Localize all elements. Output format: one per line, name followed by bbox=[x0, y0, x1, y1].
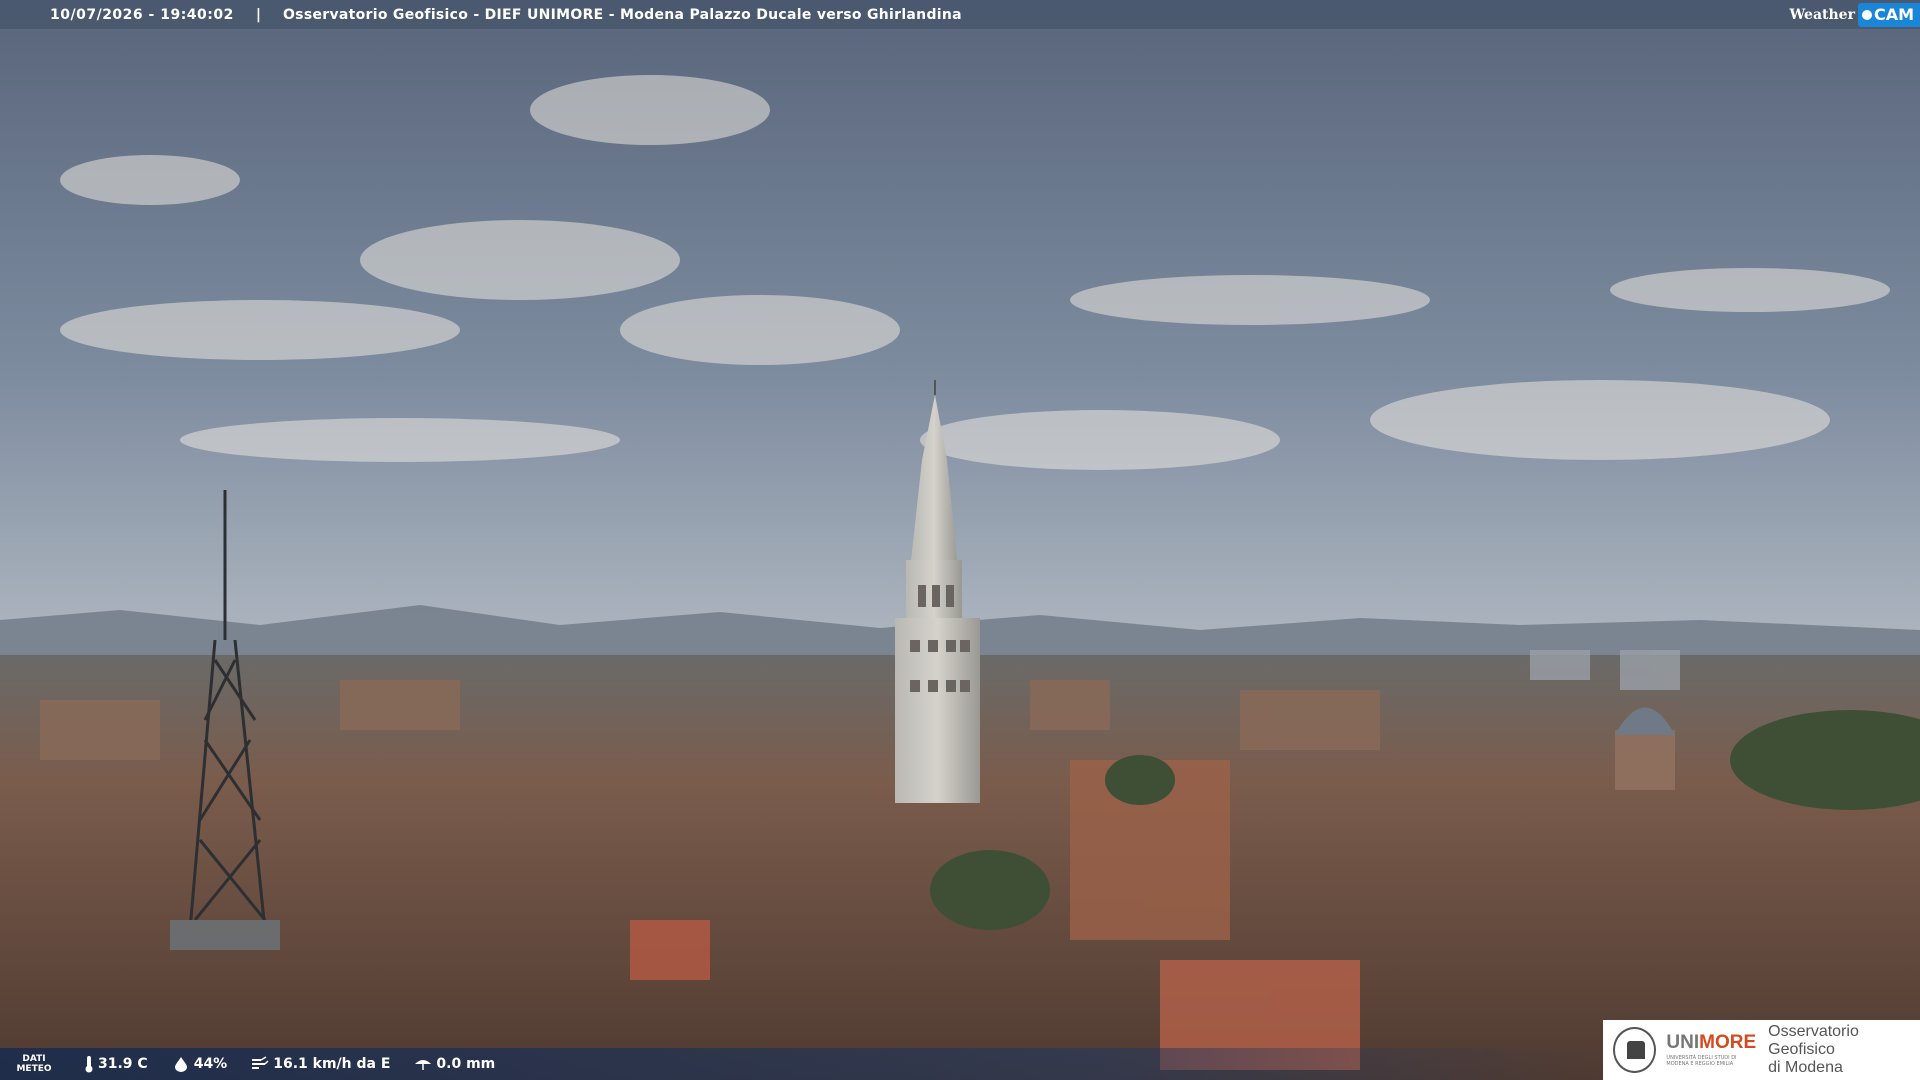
humidity-reading: 44% bbox=[172, 1056, 228, 1072]
temperature-reading: 31.9 C bbox=[84, 1055, 148, 1073]
timestamp: 10/07/2026 - 19:40:02 bbox=[50, 6, 234, 23]
more-text: MORE bbox=[1699, 1032, 1757, 1053]
top-info-bar: 10/07/2026 - 19:40:02 | Osservatorio Geo… bbox=[0, 0, 1920, 29]
camera-dot-icon bbox=[1861, 9, 1872, 20]
temperature-value: 31.9 C bbox=[98, 1056, 148, 1072]
separator: | bbox=[255, 6, 261, 23]
brand-weather: Weather bbox=[1789, 6, 1855, 23]
humidity-drop-icon bbox=[174, 1057, 187, 1072]
rain-reading: 0.0 mm bbox=[414, 1056, 495, 1072]
wind-icon bbox=[252, 1056, 269, 1069]
observatory-line2: di Modena bbox=[1768, 1059, 1843, 1076]
brand-cam-label: CAM bbox=[1873, 5, 1914, 24]
humidity-value: 44% bbox=[193, 1056, 228, 1072]
observatory-line1: Osservatorio Geofisico bbox=[1768, 1023, 1859, 1058]
umbrella-icon bbox=[415, 1060, 432, 1070]
weather-data-label: DATI METEO bbox=[8, 1054, 60, 1074]
university-seal-icon bbox=[1613, 1027, 1657, 1073]
wind-reading: 16.1 km/h da E bbox=[251, 1056, 390, 1072]
observatory-name: Osservatorio Geofisico di Modena bbox=[1768, 1023, 1920, 1077]
uni-small-line2: MODENA E REGGIO EMILIA bbox=[1666, 1061, 1734, 1067]
wind-value: 16.1 km/h da E bbox=[273, 1056, 391, 1072]
webcam-image bbox=[0, 0, 1920, 1080]
weathercam-logo: Weather CAM bbox=[1789, 0, 1920, 29]
uni-text: UNI bbox=[1666, 1032, 1700, 1053]
rain-value: 0.0 mm bbox=[436, 1056, 496, 1072]
weather-label-line1: DATI bbox=[22, 1054, 46, 1064]
thermometer-icon bbox=[85, 1056, 93, 1073]
weather-data-bar: DATI METEO 31.9 C 44% 16.1 km/h da E 0.0… bbox=[0, 1048, 1600, 1080]
unimore-logo-panel: UNIMORE UNIVERSITÀ DEGLI STUDI DI MODENA … bbox=[1603, 1020, 1920, 1080]
weather-label-line2: METEO bbox=[16, 1064, 52, 1074]
unimore-wordmark: UNIMORE UNIVERSITÀ DEGLI STUDI DI MODENA … bbox=[1666, 1033, 1756, 1067]
brand-cam: CAM bbox=[1857, 2, 1920, 27]
camera-title: Osservatorio Geofisico - DIEF UNIMORE - … bbox=[282, 6, 962, 23]
